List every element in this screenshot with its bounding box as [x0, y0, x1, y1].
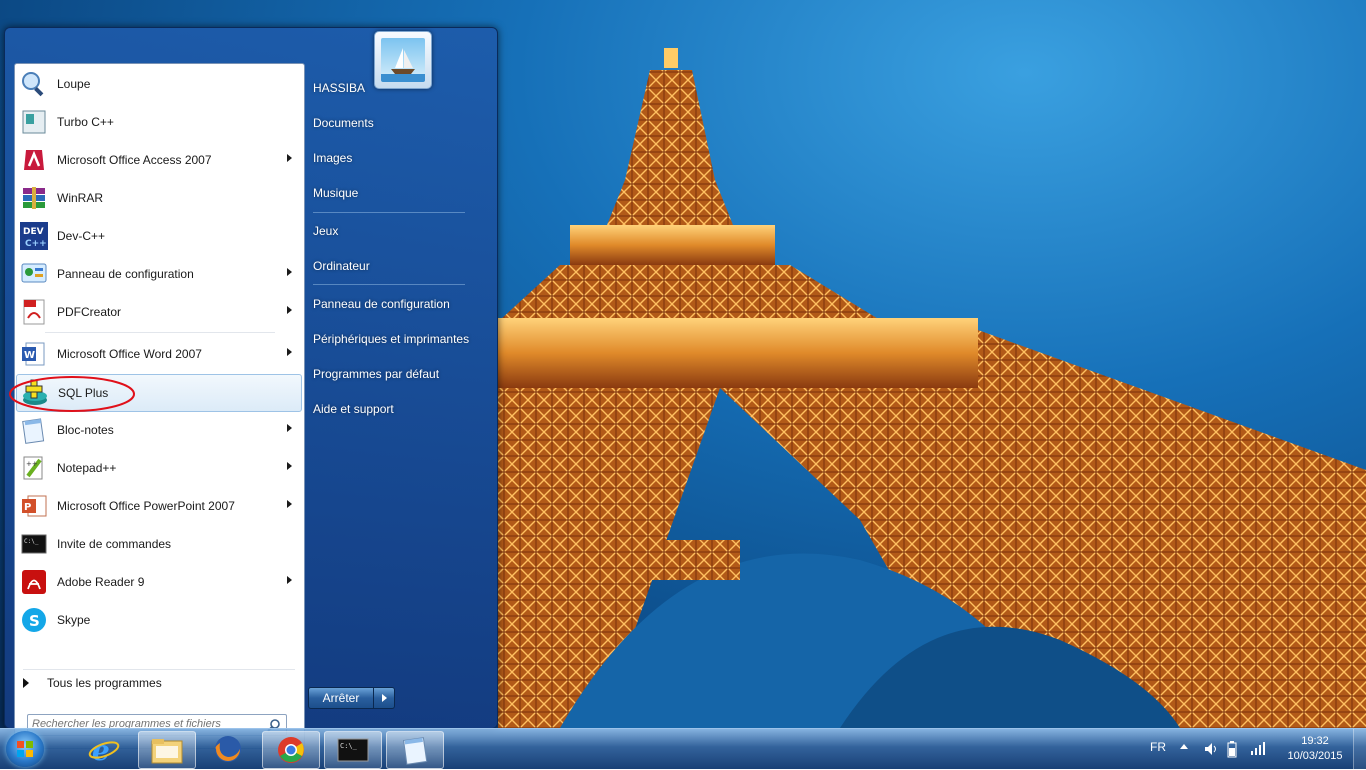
magnifier-icon — [18, 68, 50, 100]
cmd-icon: C:\_ — [337, 738, 369, 762]
program-item-powerpoint[interactable]: P Microsoft Office PowerPoint 2007 — [16, 488, 302, 524]
network-icon[interactable] — [1250, 740, 1266, 756]
pdfcreator-icon — [18, 296, 50, 328]
clock[interactable]: 19:32 10/03/2015 — [1280, 734, 1350, 764]
notepad-icon — [18, 414, 50, 446]
right-item-user[interactable]: HASSIBA — [313, 81, 365, 95]
winrar-icon — [18, 182, 50, 214]
taskbar-chrome[interactable] — [262, 731, 320, 769]
svg-text:C:\_: C:\_ — [24, 538, 39, 545]
triangle-right-icon — [23, 678, 29, 688]
svg-text:S: S — [29, 612, 40, 630]
program-item-winrar[interactable]: WinRAR — [16, 180, 302, 216]
access-icon — [18, 144, 50, 176]
right-item-default-programs[interactable]: Programmes par défaut — [313, 367, 439, 381]
svg-text:DEV: DEV — [23, 227, 44, 237]
taskbar-cmd[interactable]: C:\_ — [324, 731, 382, 769]
language-indicator[interactable]: FR — [1150, 740, 1166, 754]
sqlplus-icon — [19, 377, 51, 409]
submenu-arrow-icon — [287, 576, 292, 584]
all-programs-button[interactable]: Tous les programmes — [23, 676, 162, 690]
internet-explorer-icon: e — [88, 734, 120, 765]
menu-separator — [23, 669, 295, 670]
program-item-access[interactable]: Microsoft Office Access 2007 — [16, 142, 302, 178]
chrome-icon — [278, 737, 304, 763]
arrow-right-icon — [381, 694, 387, 702]
svg-text:P: P — [24, 502, 31, 513]
user-picture[interactable] — [374, 31, 432, 89]
taskbar-internet-explorer[interactable]: e — [76, 731, 132, 767]
notepadpp-icon: ++ — [18, 452, 50, 484]
svg-text:e: e — [92, 734, 110, 765]
shutdown-options-button[interactable] — [374, 687, 395, 709]
program-item-loupe[interactable]: Loupe — [16, 66, 302, 102]
clock-time: 19:32 — [1301, 735, 1329, 747]
taskbar-notepad[interactable] — [386, 731, 444, 769]
programs-pane: Loupe Turbo C++ Microsoft Office Access … — [9, 63, 305, 749]
windows-logo-icon — [17, 741, 33, 757]
right-item-help-support[interactable]: Aide et support — [313, 402, 394, 416]
right-item-control-panel[interactable]: Panneau de configuration — [313, 297, 450, 311]
svg-text:C:\_: C:\_ — [340, 742, 358, 750]
program-item-bloc-notes[interactable]: Bloc-notes — [16, 412, 302, 448]
taskbar: e C:\_ FR 19:32 10/03/2015 — [0, 728, 1366, 769]
cmd-icon: C:\_ — [18, 528, 50, 560]
submenu-arrow-icon — [287, 348, 292, 356]
show-desktop-button[interactable] — [1353, 729, 1366, 769]
clock-date: 10/03/2015 — [1287, 750, 1343, 762]
show-hidden-icons-button[interactable] — [1180, 744, 1188, 749]
battery-icon[interactable] — [1226, 740, 1238, 758]
adobe-reader-icon — [18, 566, 50, 598]
program-item-skype[interactable]: S Skype — [16, 602, 302, 638]
turbo-cpp-icon — [18, 106, 50, 138]
notepad-icon — [403, 737, 428, 765]
menu-separator — [313, 284, 465, 285]
taskbar-firefox[interactable] — [200, 731, 256, 767]
submenu-arrow-icon — [287, 424, 292, 432]
shutdown-group: Arrêter — [308, 687, 395, 709]
svg-text:++: ++ — [26, 460, 38, 468]
program-item-pdfcreator[interactable]: PDFCreator — [16, 294, 302, 330]
program-item-control-panel[interactable]: Panneau de configuration — [16, 256, 302, 292]
program-item-sqlplus[interactable]: SQL Plus — [16, 374, 302, 412]
menu-separator — [313, 212, 465, 213]
right-item-computer[interactable]: Ordinateur — [313, 259, 370, 273]
submenu-arrow-icon — [287, 500, 292, 508]
program-item-turbo-cpp[interactable]: Turbo C++ — [16, 104, 302, 140]
skype-icon: S — [18, 604, 50, 636]
svg-text:C++: C++ — [25, 239, 47, 249]
right-item-images[interactable]: Images — [313, 151, 352, 165]
volume-icon[interactable] — [1203, 741, 1219, 757]
devcpp-icon: DEV C++ — [18, 220, 50, 252]
program-item-notepadpp[interactable]: ++ Notepad++ — [16, 450, 302, 486]
submenu-arrow-icon — [287, 306, 292, 314]
word-icon: W — [18, 338, 50, 370]
submenu-arrow-icon — [287, 154, 292, 162]
program-item-devcpp[interactable]: DEV C++ Dev-C++ — [16, 218, 302, 254]
program-item-cmd[interactable]: C:\_ Invite de commandes — [16, 526, 302, 562]
powerpoint-icon: P — [18, 490, 50, 522]
explorer-folder-icon — [151, 739, 183, 764]
firefox-icon — [215, 736, 241, 762]
shutdown-button[interactable]: Arrêter — [308, 687, 374, 709]
right-item-games[interactable]: Jeux — [313, 224, 338, 238]
submenu-arrow-icon — [287, 462, 292, 470]
right-item-music[interactable]: Musique — [313, 186, 358, 200]
control-panel-icon — [18, 258, 50, 290]
right-item-documents[interactable]: Documents — [313, 116, 374, 130]
submenu-arrow-icon — [287, 268, 292, 276]
start-menu: Loupe Turbo C++ Microsoft Office Access … — [4, 27, 498, 749]
taskbar-explorer[interactable] — [138, 731, 196, 769]
right-item-devices-printers[interactable]: Périphériques et imprimantes — [313, 332, 469, 346]
svg-text:W: W — [24, 350, 35, 361]
program-item-word[interactable]: W Microsoft Office Word 2007 — [16, 336, 302, 372]
start-button[interactable] — [6, 731, 44, 767]
menu-separator — [45, 332, 275, 333]
program-item-adobe-reader[interactable]: Adobe Reader 9 — [16, 564, 302, 600]
